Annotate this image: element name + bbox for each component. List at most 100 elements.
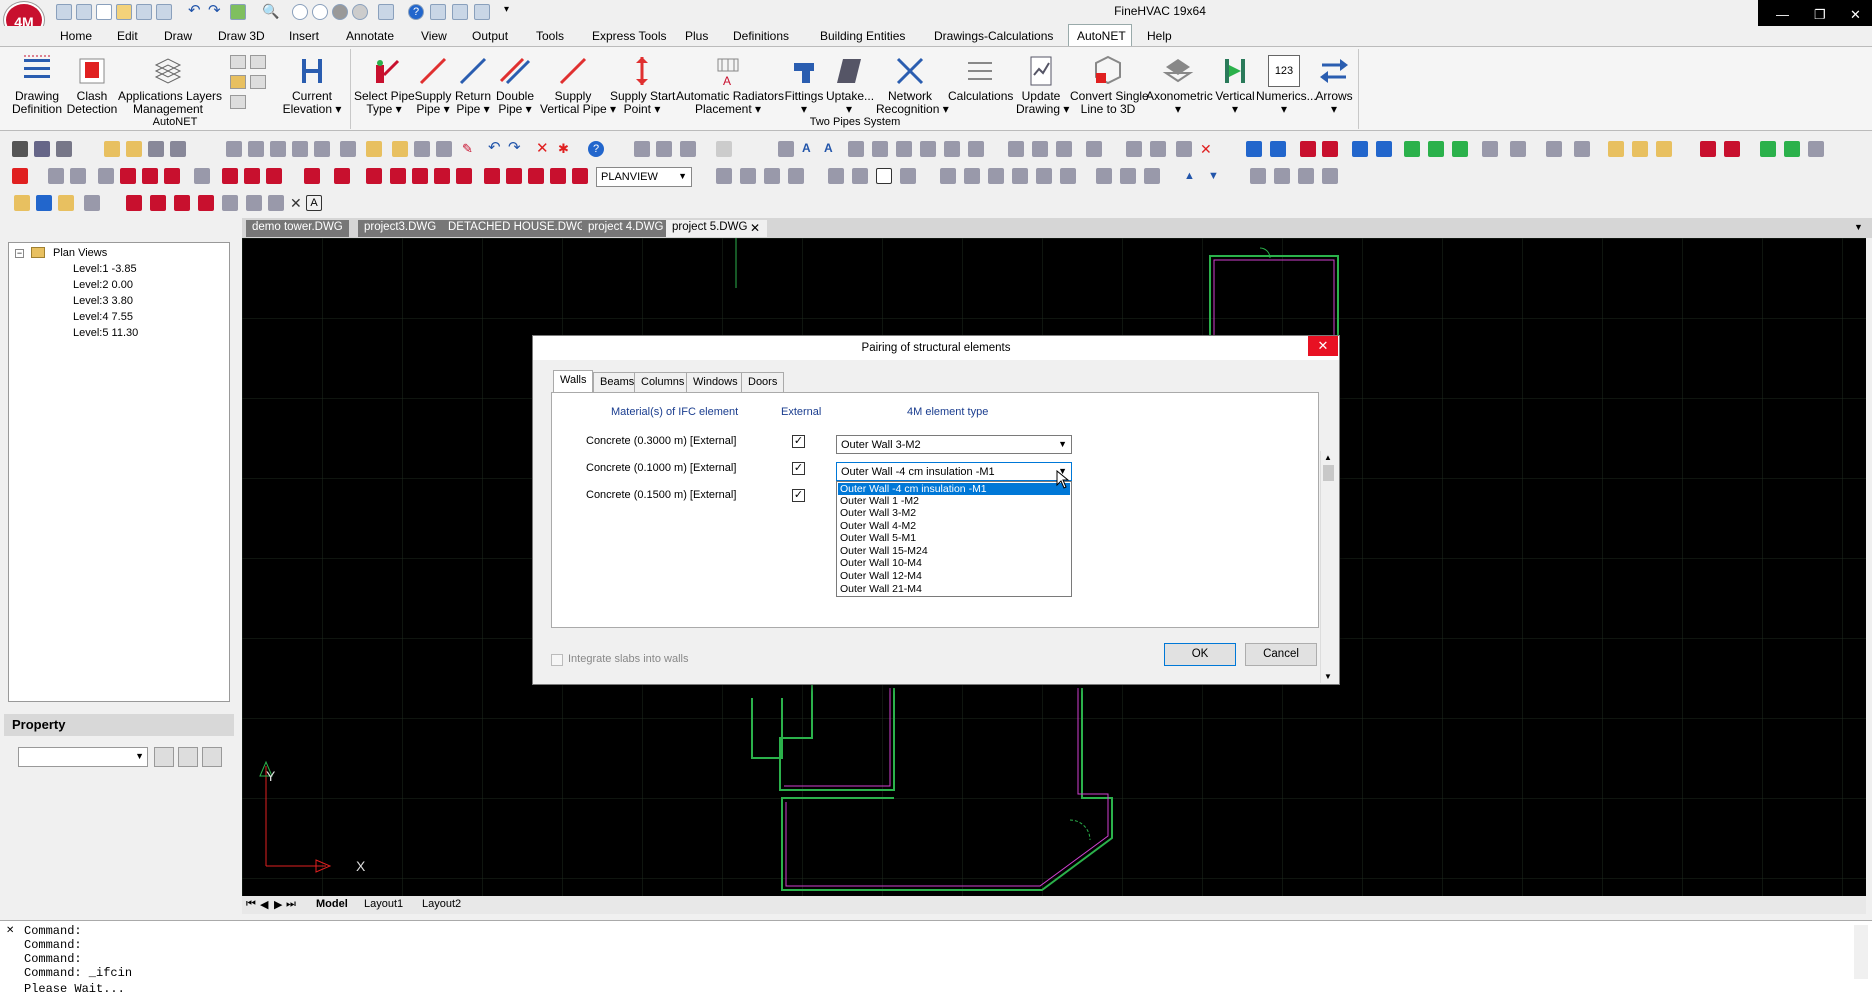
new-file-icon[interactable] — [96, 4, 112, 20]
current-elevation-button[interactable]: Current Elevation ▾ — [280, 55, 344, 116]
dropdown-option[interactable]: Outer Wall 12-M4 — [838, 570, 1070, 582]
toolbar2-icon-21[interactable] — [528, 168, 544, 184]
toolbar3-text-icon[interactable]: A — [306, 195, 322, 211]
layout-tab-layout2[interactable]: Layout2 — [422, 898, 461, 910]
toolbar2-icon-11[interactable] — [266, 168, 282, 184]
bld-icon[interactable] — [56, 4, 72, 20]
toolbar-icon-10[interactable] — [270, 141, 286, 157]
toolbar2-icon-14[interactable] — [366, 168, 382, 184]
toolbar2-icon-13[interactable] — [334, 168, 350, 184]
folder-icon[interactable] — [430, 4, 446, 20]
toolbar-icon-25[interactable] — [896, 141, 912, 157]
toolbar-icon-55[interactable] — [1784, 141, 1800, 157]
small-tool-5-icon[interactable] — [230, 95, 246, 109]
toolbar-icon-11[interactable] — [292, 141, 308, 157]
toolbar2-icon-6[interactable] — [142, 168, 158, 184]
toolbar2-icon-1[interactable] — [12, 168, 28, 184]
doc-tab-project3[interactable]: project3.DWG — [358, 220, 443, 237]
property-select[interactable]: ▼ — [18, 747, 148, 767]
menu-edit[interactable]: Edit — [117, 29, 138, 43]
toolbar-icon-27[interactable] — [944, 141, 960, 157]
toolbar2-icon-8[interactable] — [194, 168, 210, 184]
tree-collapse-icon[interactable]: − — [15, 249, 24, 258]
toolbar2-icon-31[interactable] — [900, 168, 916, 184]
doc-tabs-menu-icon[interactable]: ▼ — [1854, 222, 1863, 232]
toolbar-icon-46[interactable] — [1510, 141, 1526, 157]
toolbar2-icon-38[interactable] — [1096, 168, 1112, 184]
toolbar2-icon-2[interactable] — [48, 168, 64, 184]
double-pipe-button[interactable]: Double Pipe ▾ — [492, 55, 538, 116]
save-as-icon[interactable] — [156, 4, 172, 20]
toolbar-delete2-icon[interactable]: ✱ — [558, 141, 574, 157]
toolbar-icon-32[interactable] — [1086, 141, 1102, 157]
ok-button[interactable]: OK — [1164, 643, 1236, 666]
menu-insert[interactable]: Insert — [289, 29, 319, 43]
toolbar3-icon-8[interactable] — [198, 195, 214, 211]
toolbar-icon-8[interactable] — [226, 141, 242, 157]
toolbar-text-icon[interactable]: A — [802, 141, 818, 157]
restore-icon[interactable]: ❐ — [1814, 7, 1826, 23]
toolbar2-icon-7[interactable] — [164, 168, 180, 184]
toolbar2-icon-33[interactable] — [964, 168, 980, 184]
toolbar-icon-43[interactable] — [1428, 141, 1444, 157]
network-recognition-button[interactable]: Network Recognition ▾ — [876, 55, 949, 116]
toolbar-icon-28[interactable] — [968, 141, 984, 157]
command-scrollbar[interactable] — [1854, 925, 1868, 979]
doc-tab-detached-house[interactable]: DETACHED HOUSE.DWG — [442, 220, 592, 237]
doc-tab-close-icon[interactable]: ✕ — [750, 221, 760, 235]
toolbar-icon-14[interactable] — [366, 141, 382, 157]
toolbar2-icon-26[interactable] — [764, 168, 780, 184]
image-icon[interactable] — [452, 4, 468, 20]
toolbar-close-icon[interactable]: ✕ — [1200, 141, 1216, 157]
external-checkbox-3[interactable]: ✓ — [792, 489, 805, 502]
integrate-slabs-checkbox[interactable] — [551, 654, 563, 666]
external-checkbox-2[interactable]: ✓ — [792, 462, 805, 475]
save-icon[interactable] — [136, 4, 152, 20]
toolbar-icon-21[interactable] — [716, 141, 732, 157]
toolbar3-icon-7[interactable] — [174, 195, 190, 211]
open-file-icon[interactable] — [116, 4, 132, 20]
toolbar2-icon-35[interactable] — [1012, 168, 1028, 184]
drawing-definition-button[interactable]: Drawing Definition — [8, 55, 66, 116]
doc-tab-project4[interactable]: project 4.DWG — [582, 220, 670, 237]
toolbar2-icon-19[interactable] — [484, 168, 500, 184]
toolbar2-icon-36[interactable] — [1036, 168, 1052, 184]
command-close-icon[interactable]: ✕ — [6, 925, 14, 936]
dropdown-option[interactable]: Outer Wall -4 cm insulation -M1 — [838, 483, 1070, 495]
menu-plus[interactable]: Plus — [685, 29, 708, 43]
toolbar-icon-26[interactable] — [920, 141, 936, 157]
toolbar2-icon-29[interactable] — [852, 168, 868, 184]
toolbar-icon-34[interactable] — [1150, 141, 1166, 157]
menu-express-tools[interactable]: Express Tools — [592, 29, 666, 43]
menu-help[interactable]: Help — [1147, 29, 1172, 43]
supply-vertical-pipe-button[interactable]: Supply Vertical Pipe ▾ — [540, 55, 616, 116]
dropdown-option[interactable]: Outer Wall 10-M4 — [838, 557, 1070, 569]
toolbar2-icon-4[interactable] — [98, 168, 114, 184]
toolbar-icon-22[interactable] — [778, 141, 794, 157]
toolbar2-icon-30[interactable] — [876, 168, 892, 184]
dialog-close-button[interactable]: ✕ — [1308, 336, 1338, 356]
toolbar-icon-50[interactable] — [1632, 141, 1648, 157]
toolbar-icon-20[interactable] — [680, 141, 696, 157]
command-input[interactable]: Please Wait... — [24, 982, 125, 996]
return-pipe-button[interactable]: Return Pipe ▾ — [452, 55, 494, 116]
toolbar2-icon-5[interactable] — [120, 168, 136, 184]
toolbar2-icon-16[interactable] — [412, 168, 428, 184]
toolbar2-icon-25[interactable] — [740, 168, 756, 184]
toolbar-icon-4[interactable] — [104, 141, 120, 157]
layout-tab-layout1[interactable]: Layout1 — [364, 898, 403, 910]
toolbar-icon-18[interactable] — [634, 141, 650, 157]
tab-walls[interactable]: Walls — [553, 370, 594, 393]
toolbar-delete-icon[interactable]: ✕ — [536, 141, 552, 157]
tree-level-2[interactable]: Level:2 0.00 — [73, 279, 133, 291]
zoom-icon[interactable]: 🔍 — [262, 4, 279, 20]
toolbar2-icon-32[interactable] — [940, 168, 956, 184]
toolbar-icon-51[interactable] — [1656, 141, 1672, 157]
menu-view[interactable]: View — [421, 29, 447, 43]
supply-start-point-button[interactable]: Supply Start Point ▾ — [610, 55, 675, 116]
toolbar3-close-icon[interactable]: ✕ — [290, 195, 306, 211]
small-tool-1-icon[interactable] — [230, 55, 246, 69]
toolbar2-icon-39[interactable] — [1120, 168, 1136, 184]
layout-tab-model[interactable]: Model — [316, 898, 348, 910]
menu-tools[interactable]: Tools — [536, 29, 564, 43]
